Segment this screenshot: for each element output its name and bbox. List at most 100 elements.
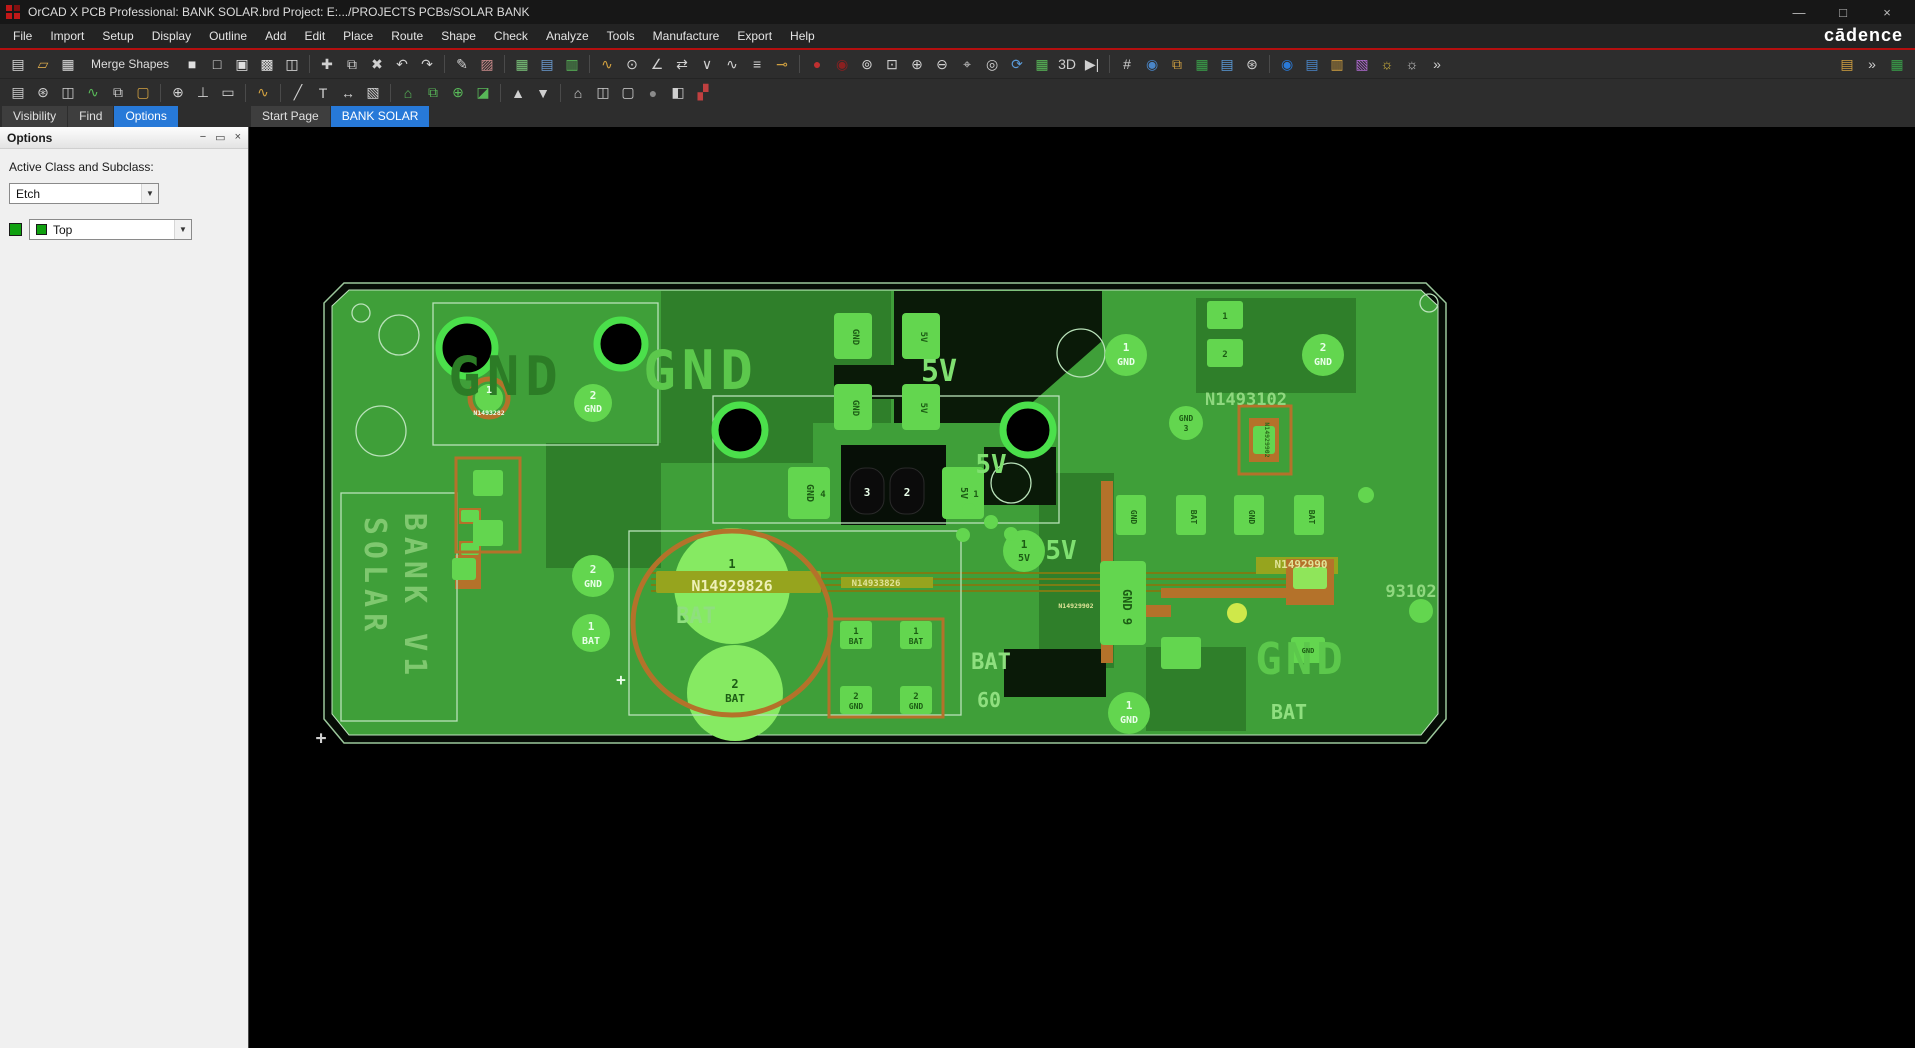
shape-rect-select-icon[interactable]: ◫: [280, 52, 304, 76]
raise-shape-icon[interactable]: ▲: [506, 81, 530, 105]
menu-add[interactable]: Add: [256, 26, 295, 46]
measure-ruler-icon[interactable]: ▭: [216, 81, 240, 105]
shape-rect-edit-icon[interactable]: ▣: [230, 52, 254, 76]
shadow-mode-icon[interactable]: ☼: [1375, 52, 1399, 76]
close-window-button[interactable]: ×: [1865, 0, 1909, 24]
shape-dark-circle-icon[interactable]: ●: [641, 81, 665, 105]
datum-tool-icon[interactable]: ⊥: [191, 81, 215, 105]
artwork-films-icon[interactable]: ▥: [1325, 52, 1349, 76]
maximize-window-button[interactable]: □: [1821, 0, 1865, 24]
pcb-design-canvas[interactable]: GNDGND5V5V5VN1493102N14929826N14933826N1…: [249, 127, 1915, 1048]
dim-mode-icon[interactable]: ☼: [1400, 52, 1424, 76]
drc-browser-icon[interactable]: ▥: [560, 52, 584, 76]
auto-interactive-icon[interactable]: ⇄: [670, 52, 694, 76]
menu-tools[interactable]: Tools: [598, 26, 644, 46]
overflow-more-icon[interactable]: »: [1425, 52, 1449, 76]
drill-hole-icon[interactable]: ●: [805, 52, 829, 76]
doc-tab-start-page[interactable]: Start Page: [251, 106, 330, 127]
move-tool-icon[interactable]: ✚: [315, 52, 339, 76]
parameters-icon[interactable]: ⊛: [1240, 52, 1264, 76]
zoom-window-icon[interactable]: ⊡: [880, 52, 904, 76]
padstack-editor-icon[interactable]: #: [1115, 52, 1139, 76]
menu-help[interactable]: Help: [781, 26, 824, 46]
menu-place[interactable]: Place: [334, 26, 382, 46]
ratsnest-icon[interactable]: ∨: [695, 52, 719, 76]
text-tool-icon[interactable]: T: [311, 81, 335, 105]
visibility-pane-icon[interactable]: ▤: [6, 81, 30, 105]
menu-edit[interactable]: Edit: [295, 26, 334, 46]
shape-circle-icon[interactable]: ⊕: [446, 81, 470, 105]
shape-split-icon[interactable]: ◫: [591, 81, 615, 105]
menu-export[interactable]: Export: [728, 26, 781, 46]
swap-pins-icon[interactable]: ⊸: [770, 52, 794, 76]
board-outline-tool-icon[interactable]: ▦: [1885, 52, 1909, 76]
flip-design-icon[interactable]: ▶|: [1080, 52, 1104, 76]
panel-tab-find[interactable]: Find: [68, 106, 113, 127]
panel-tab-options[interactable]: Options: [114, 106, 177, 127]
frame-outline-icon[interactable]: ▢: [131, 81, 155, 105]
menu-route[interactable]: Route: [382, 26, 432, 46]
clip-tool-icon[interactable]: ▧: [361, 81, 385, 105]
chevron-down-icon[interactable]: ▼: [174, 220, 191, 239]
menu-shape[interactable]: Shape: [432, 26, 485, 46]
delete-tool-icon[interactable]: ✖: [365, 52, 389, 76]
zoom-points-icon[interactable]: ⊚: [855, 52, 879, 76]
subclass-dropdown[interactable]: Top ▼: [29, 219, 192, 240]
find-filter-icon[interactable]: ◫: [56, 81, 80, 105]
frame-copy-icon[interactable]: ⧉: [106, 81, 130, 105]
zoom-fit-icon[interactable]: ⌖: [955, 52, 979, 76]
class-dropdown[interactable]: Etch ▼: [9, 183, 159, 204]
minimize-window-button[interactable]: —: [1777, 0, 1821, 24]
shape-visibility-icon[interactable]: ◉: [1275, 52, 1299, 76]
start-page-icon[interactable]: ◉: [1140, 52, 1164, 76]
reports-icon[interactable]: ▤: [1215, 52, 1239, 76]
shape-rect-outline-icon[interactable]: □: [205, 52, 229, 76]
menu-file[interactable]: File: [4, 26, 41, 46]
chevron-down-icon[interactable]: ▼: [141, 184, 158, 203]
net-schedule-icon[interactable]: ∿: [720, 52, 744, 76]
panel-tab-visibility[interactable]: Visibility: [2, 106, 67, 127]
align-objects-icon[interactable]: ≡: [745, 52, 769, 76]
fillet-disabled-icon[interactable]: ▨: [475, 52, 499, 76]
constraint-manager-icon[interactable]: ▤: [535, 52, 559, 76]
dimension-tool-icon[interactable]: ↔: [336, 81, 360, 105]
drill-table-icon[interactable]: ◉: [830, 52, 854, 76]
shape-half-icon[interactable]: ◧: [666, 81, 690, 105]
redraw-icon[interactable]: ⟳: [1005, 52, 1029, 76]
layer-flag-icon[interactable]: ▞: [691, 81, 715, 105]
snapshot-icon[interactable]: ▦: [1030, 52, 1054, 76]
menu-setup[interactable]: Setup: [93, 26, 142, 46]
menu-display[interactable]: Display: [143, 26, 200, 46]
save-design-icon[interactable]: ▦: [56, 52, 80, 76]
doc-compare-icon[interactable]: ▤: [1300, 52, 1324, 76]
add-connect-icon[interactable]: ∿: [595, 52, 619, 76]
menu-check[interactable]: Check: [485, 26, 537, 46]
help-pane-icon[interactable]: ▤: [1835, 52, 1859, 76]
copy-frame-icon[interactable]: ⧉: [1165, 52, 1189, 76]
probe-tool-icon[interactable]: ✎: [450, 52, 474, 76]
shape-polygon-icon[interactable]: ⌂: [396, 81, 420, 105]
options-pane-icon[interactable]: ⊛: [31, 81, 55, 105]
panel-close-icon[interactable]: ×: [235, 131, 241, 144]
menu-import[interactable]: Import: [41, 26, 93, 46]
new-drawing-icon[interactable]: ▤: [6, 52, 30, 76]
doc-tab-bank-solar[interactable]: BANK SOLAR: [331, 106, 430, 127]
canvas-3d-icon[interactable]: ▦: [1190, 52, 1214, 76]
zoom-in-icon[interactable]: ⊕: [905, 52, 929, 76]
open-design-icon[interactable]: ▱: [31, 52, 55, 76]
undo-icon[interactable]: ↶: [390, 52, 414, 76]
shape-rect-void-icon[interactable]: ▩: [255, 52, 279, 76]
menu-analyze[interactable]: Analyze: [537, 26, 598, 46]
overflow-end-icon[interactable]: »: [1860, 52, 1884, 76]
waveform-view-icon[interactable]: ∿: [81, 81, 105, 105]
delay-tune-icon[interactable]: ∠: [645, 52, 669, 76]
slide-tool-icon[interactable]: ⊙: [620, 52, 644, 76]
shape-copy-icon[interactable]: ⧉: [421, 81, 445, 105]
color-dialog-icon[interactable]: ▧: [1350, 52, 1374, 76]
menu-manufacture[interactable]: Manufacture: [644, 26, 729, 46]
shape-select-icon[interactable]: ◪: [471, 81, 495, 105]
zoom-out-icon[interactable]: ⊖: [930, 52, 954, 76]
copy-tool-icon[interactable]: ⧉: [340, 52, 364, 76]
panel-float-icon[interactable]: ▭: [215, 131, 225, 144]
redo-icon[interactable]: ↷: [415, 52, 439, 76]
